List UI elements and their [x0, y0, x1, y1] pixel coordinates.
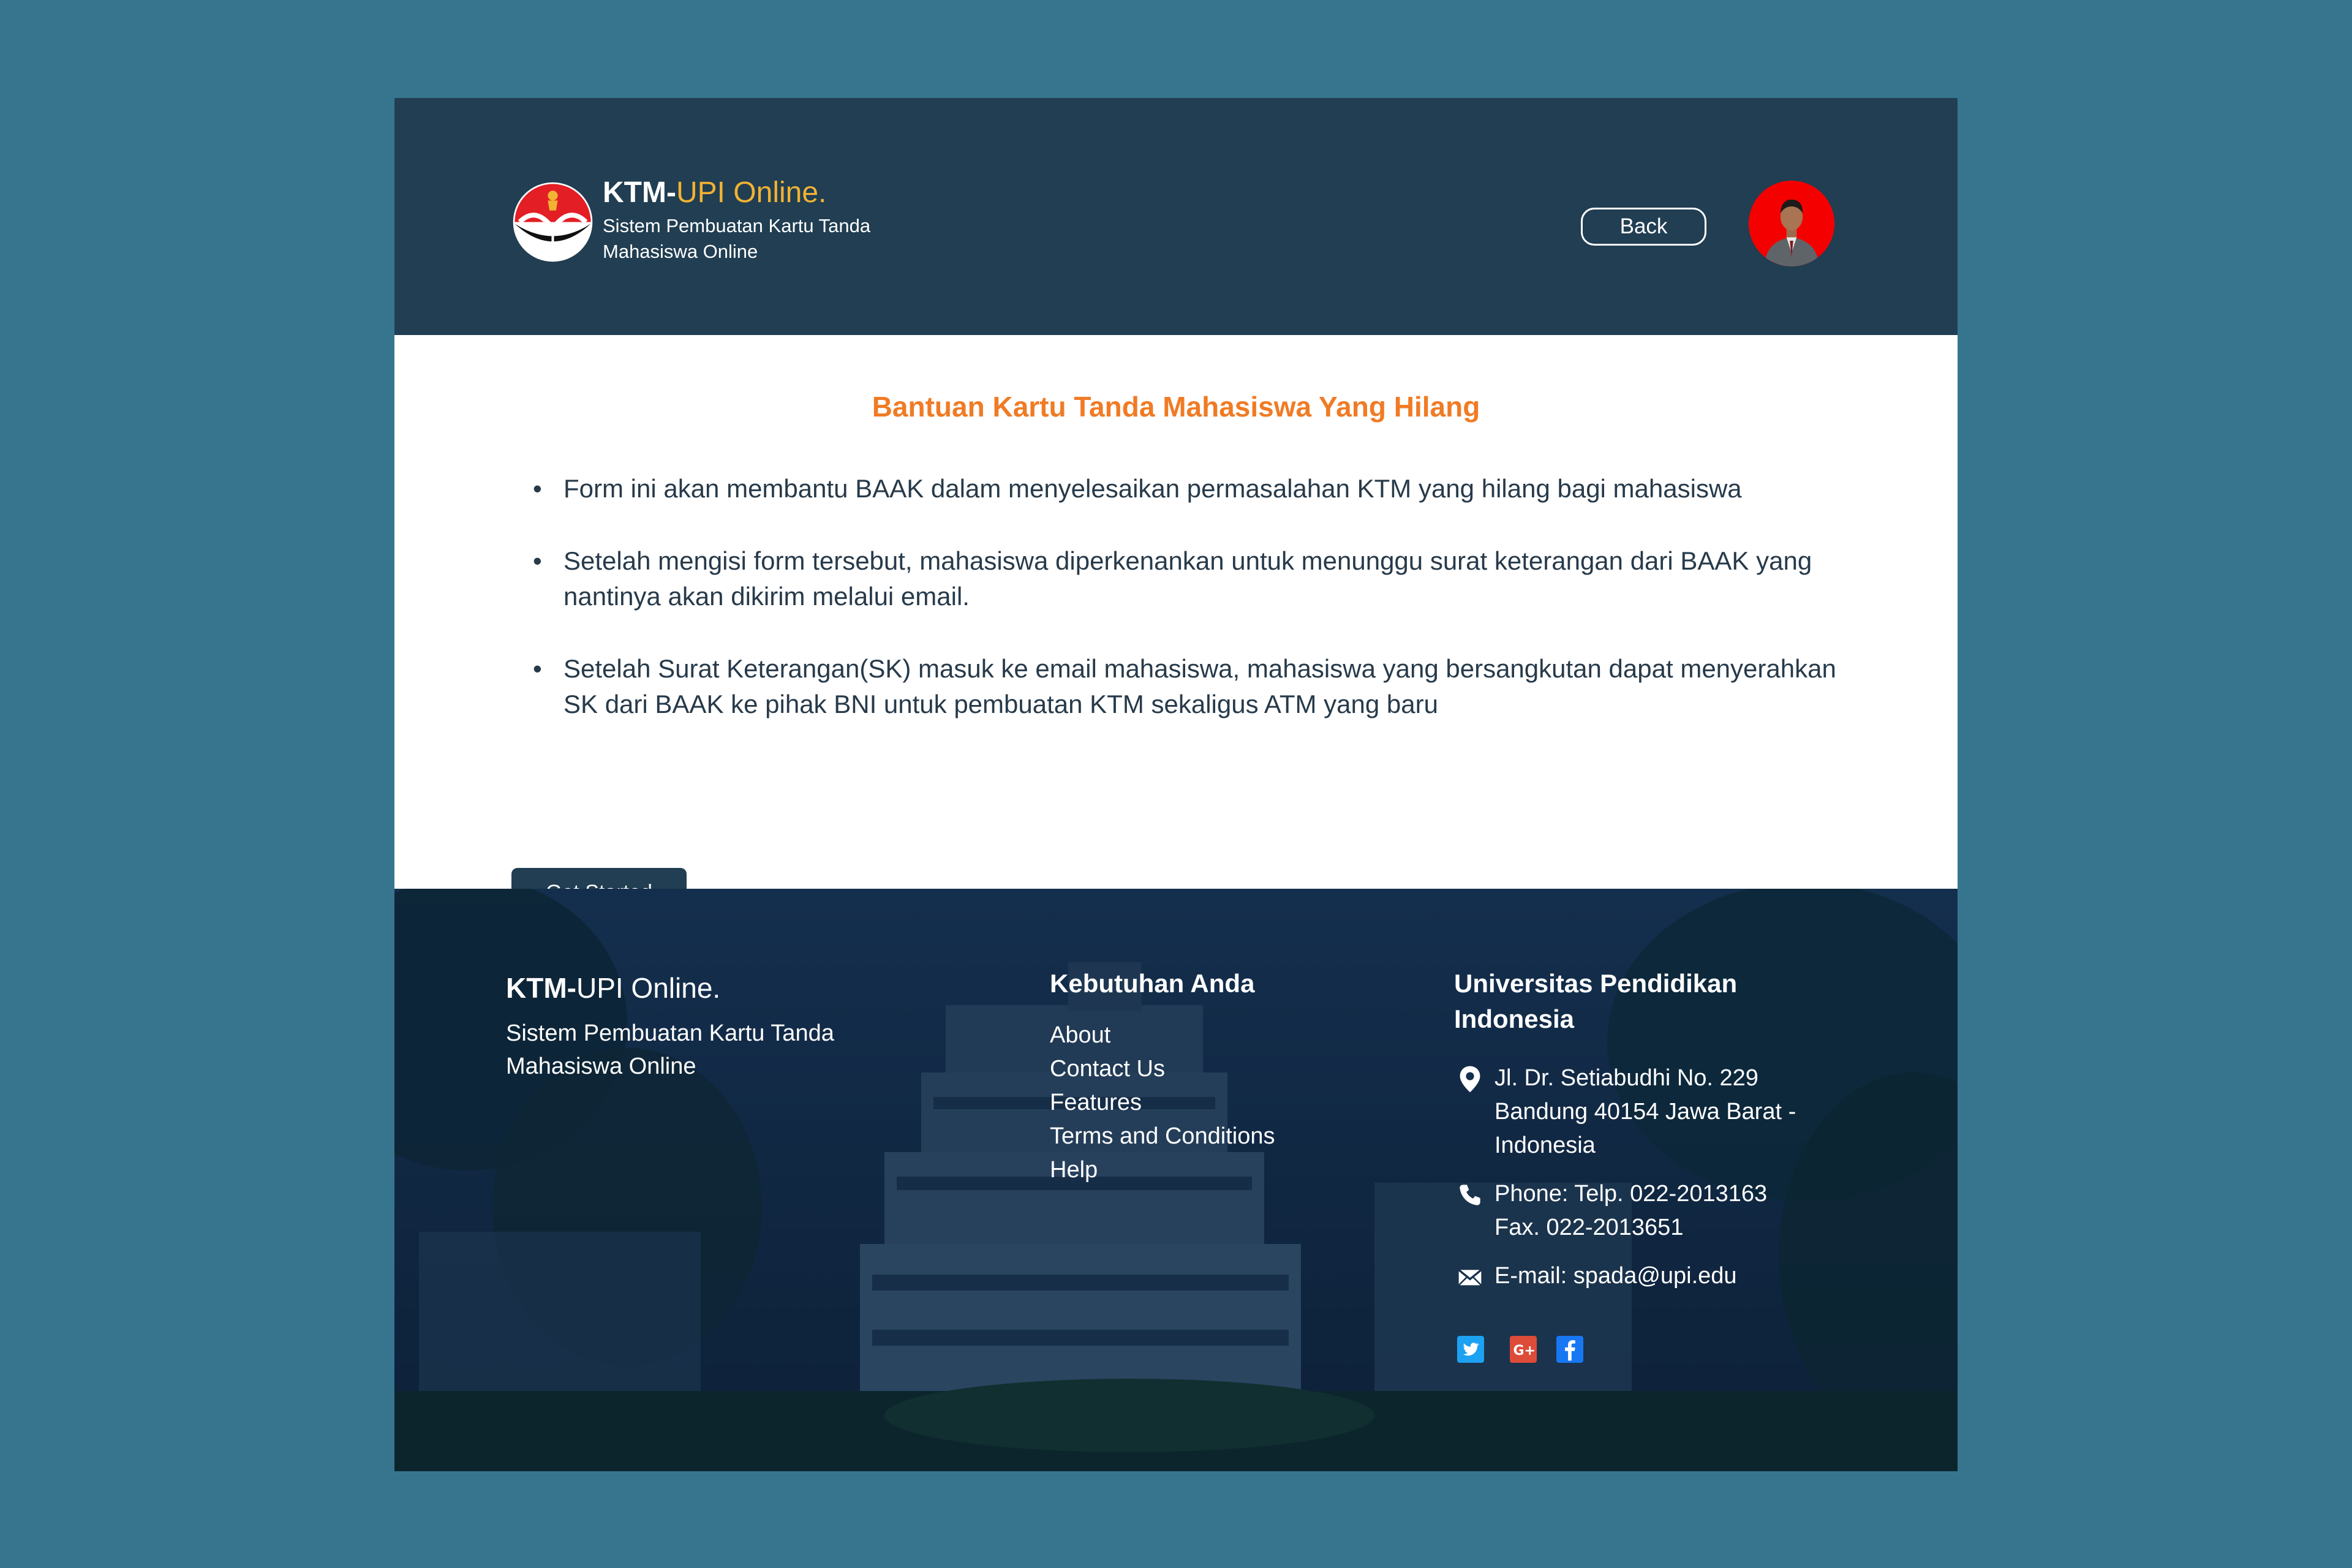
- list-item: • Form ini akan membantu BAAK dalam meny…: [523, 471, 1871, 507]
- footer-contact-heading: Universitas Pendidikan Indonesia: [1454, 969, 1738, 1033]
- brand-subtitle: Sistem Pembuatan Kartu Tanda Mahasiswa O…: [603, 215, 871, 262]
- bullet-dot-icon: •: [533, 474, 542, 503]
- phone-text: Phone: Telp. 022-2013163: [1494, 1181, 1768, 1207]
- twitter-icon[interactable]: [1457, 1336, 1484, 1363]
- upi-logo: [513, 182, 593, 262]
- email-text: E-mail: spada@upi.edu: [1494, 1263, 1737, 1289]
- list-item-text: Setelah Surat Keterangan(SK) masuk ke em…: [564, 654, 1836, 718]
- footer-links: Kebutuhan Anda About Contact Us Features…: [1050, 966, 1275, 1187]
- footer-link-terms[interactable]: Terms and Conditions: [1050, 1120, 1275, 1153]
- fax-text: Fax. 022-2013651: [1494, 1215, 1684, 1240]
- list-item-text: Form ini akan membantu BAAK dalam menyel…: [564, 474, 1742, 503]
- phone-row: Phone: Telp. 022-2013163 Fax. 022-201365…: [1454, 1177, 1846, 1245]
- header: KTM-UPI Online. Sistem Pembuatan Kartu T…: [394, 98, 1958, 335]
- list-item: • Setelah mengisi form tersebut, mahasis…: [523, 543, 1871, 614]
- address-row: Jl. Dr. Setiabudhi No. 229 Bandung 40154…: [1454, 1061, 1846, 1163]
- bullet-dot-icon: •: [533, 546, 542, 575]
- brand: KTM-UPI Online. Sistem Pembuatan Kartu T…: [603, 175, 921, 265]
- map-pin-icon: [1460, 1066, 1480, 1093]
- brand-title-light: UPI Online.: [676, 176, 827, 209]
- footer-link-contact[interactable]: Contact Us: [1050, 1052, 1275, 1086]
- bullet-dot-icon: •: [533, 654, 542, 683]
- footer-contact: Universitas Pendidikan Indonesia Jl. Dr.…: [1454, 966, 1846, 1293]
- facebook-icon[interactable]: [1556, 1336, 1583, 1363]
- page-frame: KTM-UPI Online. Sistem Pembuatan Kartu T…: [394, 98, 1958, 1471]
- list-item-text: Setelah mengisi form tersebut, mahasiswa…: [564, 546, 1812, 611]
- footer-brand-title: KTM-UPI Online.: [506, 971, 861, 1005]
- email-row: E-mail: spada@upi.edu: [1454, 1259, 1846, 1293]
- brand-title: KTM-UPI Online.: [603, 175, 921, 211]
- footer-brand-subtitle: Sistem Pembuatan Kartu Tanda Mahasiswa O…: [506, 1020, 834, 1079]
- address-text: Jl. Dr. Setiabudhi No. 229 Bandung 40154…: [1494, 1065, 1796, 1158]
- footer-brand-light: UPI Online.: [576, 972, 721, 1004]
- page-title: Bantuan Kartu Tanda Mahasiswa Yang Hilan…: [872, 391, 1480, 423]
- footer-brand-strong: KTM-: [506, 972, 576, 1004]
- mail-icon: [1458, 1269, 1482, 1286]
- svg-text:G+: G+: [1513, 1343, 1536, 1359]
- user-avatar-icon: [1749, 181, 1834, 266]
- footer: KTM-UPI Online. Sistem Pembuatan Kartu T…: [394, 889, 1958, 1471]
- back-button[interactable]: Back: [1581, 208, 1706, 246]
- phone-icon: [1460, 1185, 1480, 1205]
- main-content: Bantuan Kartu Tanda Mahasiswa Yang Hilan…: [394, 335, 1958, 917]
- avatar[interactable]: [1749, 181, 1834, 266]
- footer-link-about[interactable]: About: [1050, 1019, 1275, 1052]
- brand-title-strong: KTM-: [603, 176, 676, 209]
- google-plus-icon[interactable]: G+: [1510, 1336, 1537, 1363]
- footer-link-help[interactable]: Help: [1050, 1153, 1275, 1187]
- list-item: • Setelah Surat Keterangan(SK) masuk ke …: [523, 651, 1871, 722]
- footer-links-heading: Kebutuhan Anda: [1050, 969, 1255, 998]
- info-list: • Form ini akan membantu BAAK dalam meny…: [523, 471, 1871, 759]
- footer-brand: KTM-UPI Online. Sistem Pembuatan Kartu T…: [506, 971, 861, 1083]
- footer-link-features[interactable]: Features: [1050, 1086, 1275, 1120]
